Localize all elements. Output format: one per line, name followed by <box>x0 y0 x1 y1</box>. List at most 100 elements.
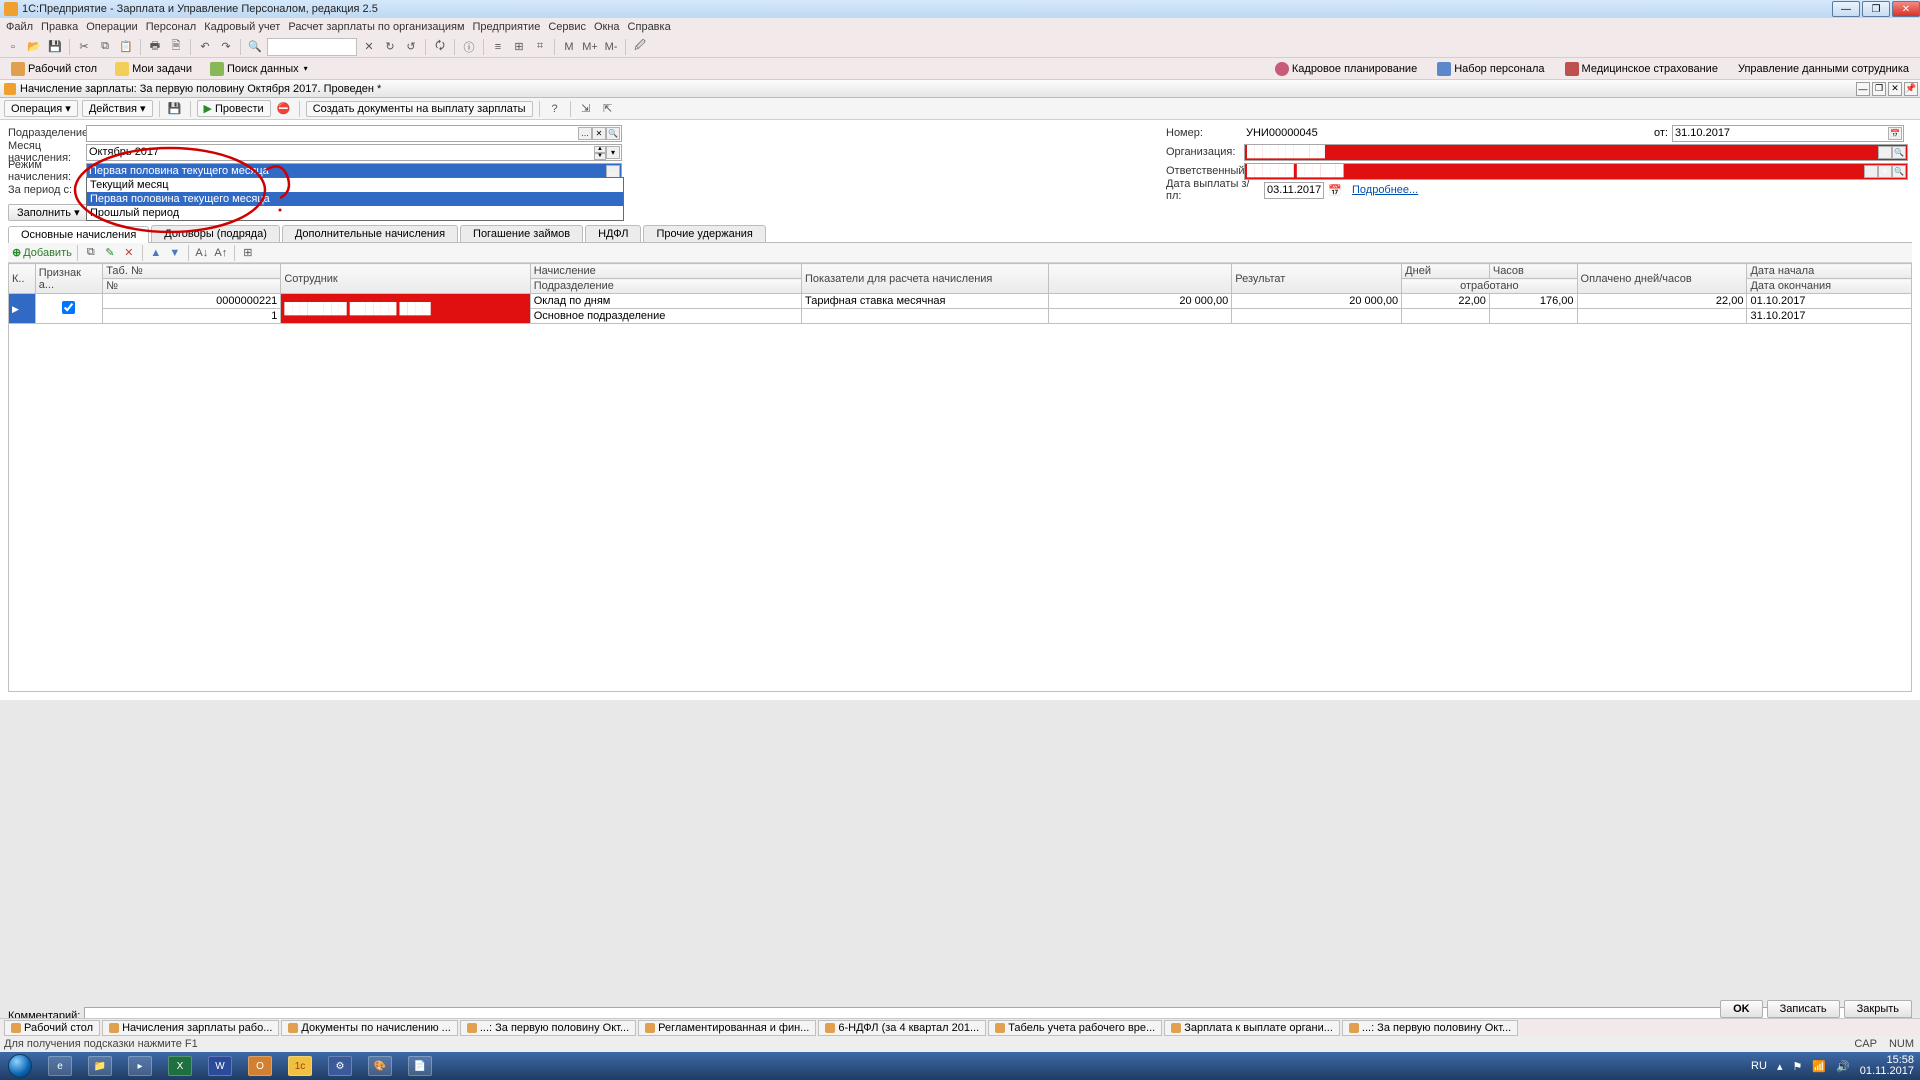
m-minus-icon[interactable]: M- <box>602 38 620 56</box>
move-down-icon[interactable]: ▼ <box>167 245 183 261</box>
window-tab[interactable]: Зарплата к выплате органи... <box>1164 1020 1340 1036</box>
help-icon[interactable]: ⓘ <box>460 38 478 56</box>
collapse-icon[interactable]: ⇱ <box>599 100 617 118</box>
clear-icon[interactable]: ✕ <box>360 38 378 56</box>
col-accrual[interactable]: Начисление <box>530 264 801 279</box>
copy-row-icon[interactable]: ⧉ <box>83 245 99 261</box>
col-k[interactable]: К.. <box>9 264 36 294</box>
refresh-icon[interactable]: 🗘 <box>431 38 449 56</box>
expand-icon[interactable]: ⇲ <box>577 100 595 118</box>
create-pay-button[interactable]: Создать документы на выплату зарплаты <box>306 101 533 117</box>
row-checkbox[interactable] <box>62 301 75 314</box>
search-link[interactable]: Поиск данных▾ <box>203 60 315 78</box>
menu-personnel[interactable]: Персонал <box>146 21 197 33</box>
find-combo[interactable] <box>267 38 357 56</box>
explorer-icon[interactable]: 📁 <box>80 1053 120 1079</box>
ellipsis-icon[interactable]: … <box>606 165 620 178</box>
row-marker[interactable]: ▶ <box>9 294 36 324</box>
doc-pin-button[interactable]: 📌 <box>1904 82 1918 96</box>
ok-button[interactable]: OK <box>1720 1000 1763 1018</box>
window-tab[interactable]: ...: За первую половину Окт... <box>1342 1020 1518 1036</box>
ellipsis-icon[interactable]: … <box>1878 146 1892 159</box>
open-icon[interactable]: 📂 <box>25 38 43 56</box>
copy-icon[interactable]: ⧉ <box>96 38 114 56</box>
col-subdiv[interactable]: Подразделение <box>530 279 801 294</box>
start-button[interactable] <box>0 1052 40 1080</box>
post-button[interactable]: ▶Провести <box>197 100 271 117</box>
fill-button[interactable]: Заполнить ▾ <box>8 204 89 221</box>
undo-icon[interactable]: ↶ <box>196 38 214 56</box>
cell-days[interactable]: 22,00 <box>1402 294 1490 309</box>
spin-down-icon[interactable]: ▼ <box>594 153 606 160</box>
volume-icon[interactable]: 🔊 <box>1836 1060 1850 1073</box>
preview-icon[interactable]: 🗎 <box>167 38 185 56</box>
tab-additional[interactable]: Дополнительные начисления <box>282 225 458 242</box>
cell-paid[interactable]: 22,00 <box>1577 294 1747 309</box>
menu-enterprise[interactable]: Предприятие <box>473 21 541 33</box>
clear-icon[interactable]: ✕ <box>592 127 606 140</box>
calendar-icon[interactable]: 📅 <box>1888 127 1902 140</box>
doc-restore-button[interactable]: ❐ <box>1872 82 1886 96</box>
cell-tabno[interactable]: 0000000221 <box>103 294 281 309</box>
resp-input[interactable]: ██████ ██████ … ✕ 🔍 <box>1244 163 1908 180</box>
cell-hours[interactable]: 176,00 <box>1489 294 1577 309</box>
tray-up-icon[interactable]: ▴ <box>1777 1060 1783 1073</box>
unpost-icon[interactable]: ⛔ <box>275 100 293 118</box>
menu-file[interactable]: Файл <box>6 21 33 33</box>
cell-ind-value[interactable]: 20 000,00 <box>1048 294 1232 309</box>
move-up-icon[interactable]: ▲ <box>148 245 164 261</box>
magnifier-icon[interactable]: 🔍 <box>1892 165 1906 178</box>
paste-icon[interactable]: 📋 <box>117 38 135 56</box>
medical-link[interactable]: Медицинское страхование <box>1558 60 1725 78</box>
help-cmd-icon[interactable]: ? <box>546 100 564 118</box>
m-plus-icon[interactable]: M+ <box>581 38 599 56</box>
notes-icon[interactable]: 📄 <box>400 1053 440 1079</box>
m-icon[interactable]: M <box>560 38 578 56</box>
date-input[interactable]: 31.10.2017 📅 <box>1672 125 1904 142</box>
sort-asc-icon[interactable]: A↓ <box>194 245 210 261</box>
col-employee[interactable]: Сотрудник <box>281 264 530 294</box>
app-icon[interactable]: ⚙ <box>320 1053 360 1079</box>
menu-operations[interactable]: Операции <box>86 21 137 33</box>
cell-end[interactable]: 31.10.2017 <box>1747 309 1912 324</box>
ellipsis-icon[interactable]: … <box>578 127 592 140</box>
network-icon[interactable]: 📶 <box>1812 1060 1826 1073</box>
paint-icon[interactable]: 🎨 <box>360 1053 400 1079</box>
window-tab[interactable]: Начисления зарплаты рабо... <box>102 1020 279 1036</box>
save-cmd-icon[interactable]: 💾 <box>166 100 184 118</box>
menu-help[interactable]: Справка <box>628 21 671 33</box>
save-icon[interactable]: 💾 <box>46 38 64 56</box>
outlook-icon[interactable]: O <box>240 1053 280 1079</box>
menu-service[interactable]: Сервис <box>548 21 586 33</box>
col-attr[interactable]: Признак а... <box>35 264 102 294</box>
clear-icon[interactable]: ✕ <box>1878 165 1892 178</box>
tab-deductions[interactable]: Прочие удержания <box>643 225 765 242</box>
table-row[interactable]: ▶ 0000000221 ████████ ██████ ████ Оклад … <box>9 294 1912 309</box>
dropdown-option[interactable]: Текущий месяц <box>87 178 623 192</box>
save-button[interactable]: Записать <box>1767 1000 1840 1018</box>
cell-start[interactable]: 01.10.2017 <box>1747 294 1912 309</box>
find-next-icon[interactable]: ↻ <box>381 38 399 56</box>
grid-body[interactable] <box>8 324 1912 692</box>
tab-loans[interactable]: Погашение займов <box>460 225 583 242</box>
doc-minimize-button[interactable]: — <box>1856 82 1870 96</box>
actions-button[interactable]: Действия ▾ <box>82 100 153 117</box>
employee-data-link[interactable]: Управление данными сотрудника <box>1731 60 1916 78</box>
window-tab[interactable]: Документы по начислению ... <box>281 1020 457 1036</box>
style-icon[interactable]: 🖉 <box>631 38 649 56</box>
menu-windows[interactable]: Окна <box>594 21 620 33</box>
redo-icon[interactable]: ↷ <box>217 38 235 56</box>
excel-icon[interactable]: X <box>160 1053 200 1079</box>
dropdown-option[interactable]: Прошлый период <box>87 206 623 220</box>
ie-icon[interactable]: e <box>40 1053 80 1079</box>
close-button[interactable]: ✕ <box>1892 1 1920 17</box>
flag-icon[interactable]: ⚑ <box>1792 1060 1802 1073</box>
month-input[interactable]: Октябрь 2017 ▲▼ ▾ <box>86 144 622 161</box>
my-tasks-link[interactable]: Мои задачи <box>108 60 199 78</box>
edit-row-icon[interactable]: ✎ <box>102 245 118 261</box>
tab-ndfl[interactable]: НДФЛ <box>585 225 641 242</box>
col-tabno[interactable]: Таб. № <box>103 264 281 279</box>
calc-icon[interactable]: ⌗ <box>531 38 549 56</box>
minimize-button[interactable]: — <box>1832 1 1860 17</box>
dropdown-option[interactable]: Первая половина текущего месяца <box>87 192 623 206</box>
